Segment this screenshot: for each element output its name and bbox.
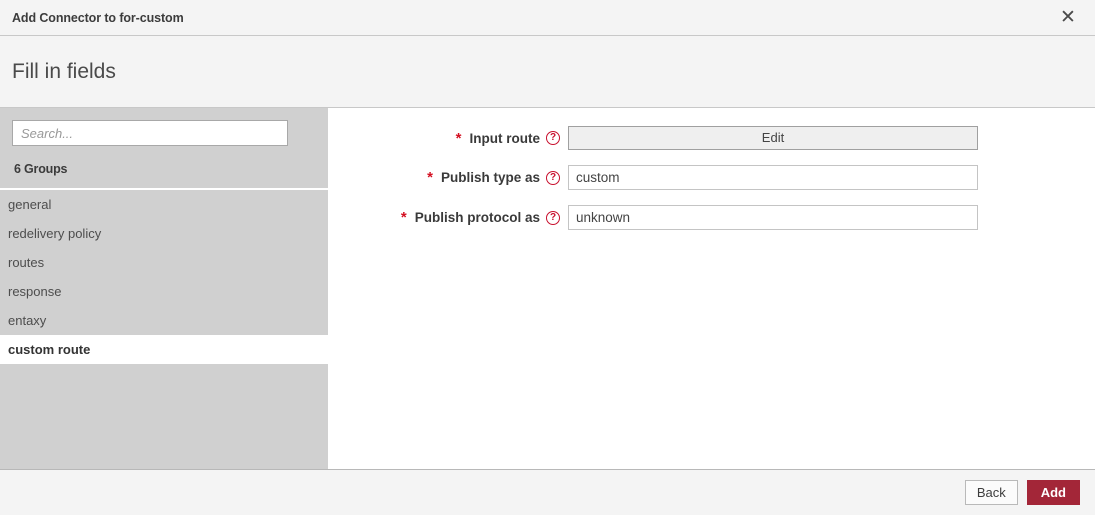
publish-protocol-input[interactable]	[568, 205, 978, 230]
field-label-publish-protocol: * Publish protocol as ?	[328, 210, 568, 225]
page-title: Fill in fields	[12, 60, 116, 84]
publish-type-input[interactable]	[568, 165, 978, 190]
sidebar-item-redelivery-policy[interactable]: redelivery policy	[0, 219, 328, 248]
sidebar-item-response[interactable]: response	[0, 277, 328, 306]
group-sidebar: 6 Groups general redelivery policy route…	[0, 108, 328, 469]
groups-count-label: 6 Groups	[14, 162, 67, 176]
sidebar-item-custom-route[interactable]: custom route	[0, 335, 328, 364]
form-row-publish-protocol: * Publish protocol as ?	[328, 205, 1095, 230]
help-icon[interactable]: ?	[546, 131, 560, 145]
sidebar-item-label: redelivery policy	[8, 226, 101, 241]
sidebar-item-routes[interactable]: routes	[0, 248, 328, 277]
sidebar-search-zone	[0, 108, 328, 146]
required-marker: *	[456, 131, 462, 146]
groups-count-zone: 6 Groups	[0, 146, 328, 190]
field-label-text: Publish protocol as	[415, 210, 540, 225]
sidebar-item-label: general	[8, 197, 51, 212]
form-row-publish-type: * Publish type as ?	[328, 165, 1095, 190]
form-area: * Input route ? Edit * Publish type as ?	[328, 108, 1095, 469]
group-list: general redelivery policy routes respons…	[0, 190, 328, 469]
back-button[interactable]: Back	[965, 480, 1018, 505]
field-label-publish-type: * Publish type as ?	[328, 170, 568, 185]
sidebar-item-label: entaxy	[8, 313, 46, 328]
edit-route-button[interactable]: Edit	[568, 126, 978, 150]
help-icon[interactable]: ?	[546, 171, 560, 185]
search-input[interactable]	[12, 120, 288, 146]
field-label-text: Input route	[470, 131, 541, 146]
dialog-titlebar: Add Connector to for-custom ✕	[0, 0, 1095, 36]
field-control-input-route: Edit	[568, 126, 978, 150]
dialog-body: 6 Groups general redelivery policy route…	[0, 108, 1095, 470]
required-marker: *	[401, 210, 407, 225]
sidebar-item-entaxy[interactable]: entaxy	[0, 306, 328, 335]
form-row-input-route: * Input route ? Edit	[328, 126, 1095, 150]
sidebar-item-label: routes	[8, 255, 44, 270]
sidebar-item-label: custom route	[8, 342, 90, 357]
required-marker: *	[427, 170, 433, 185]
close-icon[interactable]: ✕	[1055, 5, 1081, 31]
sidebar-item-general[interactable]: general	[0, 190, 328, 219]
add-connector-dialog: Add Connector to for-custom ✕ Fill in fi…	[0, 0, 1095, 515]
dialog-title: Add Connector to for-custom	[12, 11, 1055, 25]
step-header: Fill in fields	[0, 36, 1095, 108]
field-label-text: Publish type as	[441, 170, 540, 185]
field-control-publish-protocol	[568, 205, 978, 230]
field-control-publish-type	[568, 165, 978, 190]
sidebar-item-label: response	[8, 284, 61, 299]
field-label-input-route: * Input route ?	[328, 131, 568, 146]
help-icon[interactable]: ?	[546, 211, 560, 225]
dialog-footer: Back Add	[0, 470, 1095, 515]
group-list-filler	[0, 364, 328, 469]
add-button[interactable]: Add	[1027, 480, 1080, 505]
